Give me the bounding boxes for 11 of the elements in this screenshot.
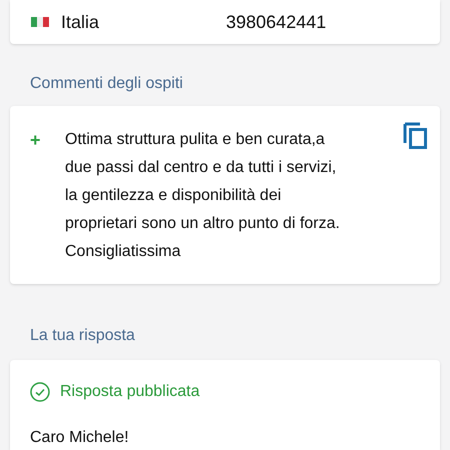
positive-sign: + — [30, 129, 42, 152]
check-circle-icon — [30, 382, 50, 402]
copy-icon[interactable] — [402, 122, 428, 150]
comment-text: Ottima struttura pulita e ben curata,a due passi dal centro e da tutti i servizi, la gentilezza e disponibilità dei proprietari sono un altro punto di forza. Consigliatissima — [65, 130, 341, 262]
reply-greeting: Caro Michele! — [30, 428, 130, 448]
phone-text: 3980642441 — [226, 10, 326, 34]
section-heading: La tua risposta — [30, 327, 135, 344]
section-heading: Commenti degli ospiti — [30, 75, 183, 92]
status-text: Risposta pubblicata — [60, 382, 200, 402]
flag-icon — [31, 17, 49, 27]
country-text: Italia — [61, 10, 100, 34]
